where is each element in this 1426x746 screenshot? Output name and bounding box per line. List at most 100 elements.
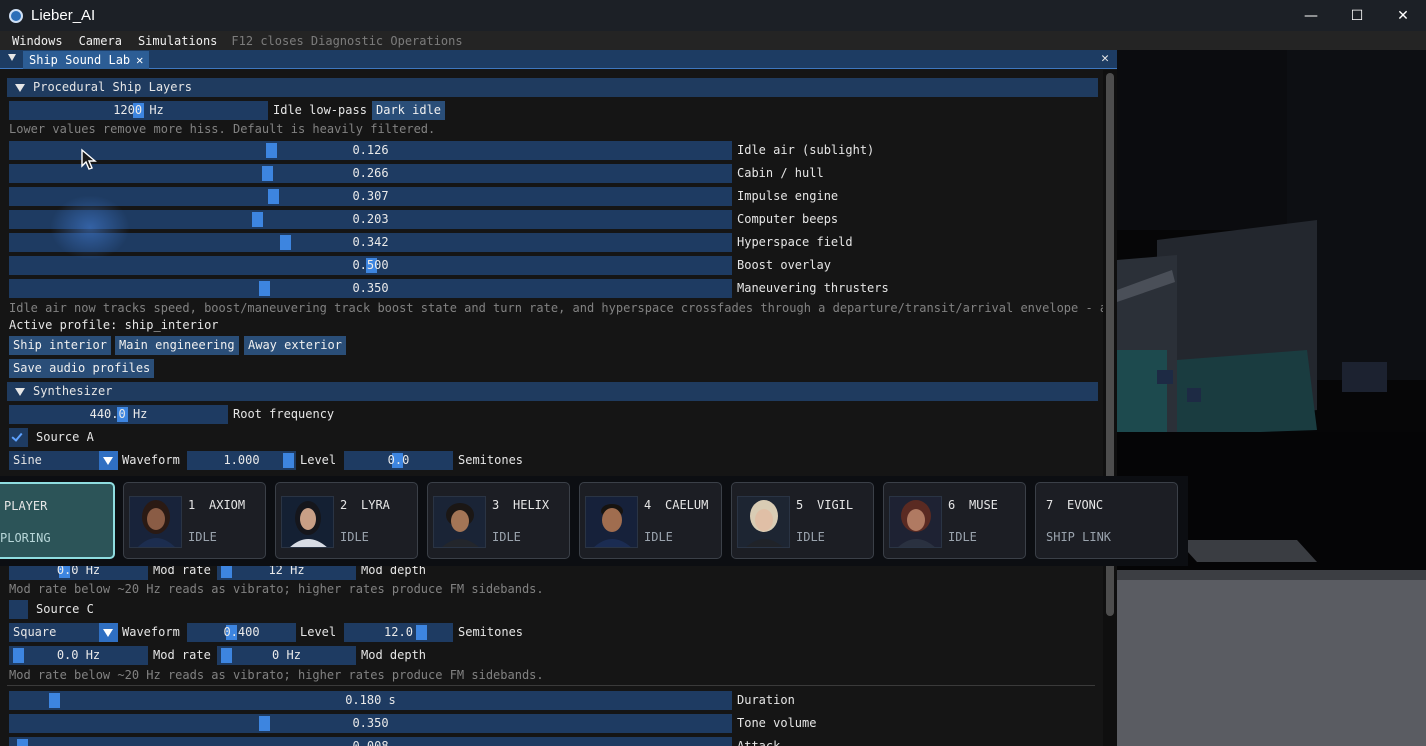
source-c-waveform-combo[interactable]: Square (9, 623, 118, 642)
maximize-button[interactable]: ☐ (1334, 0, 1380, 31)
boost-overlay-slider[interactable]: 0.500 (9, 256, 732, 275)
source-c-checkbox[interactable] (9, 600, 28, 619)
crew-status: IDLE (340, 530, 369, 544)
tone-volume-label: Tone volume (737, 716, 817, 730)
crew-number: 2 (340, 498, 348, 512)
away-exterior-button[interactable]: Away exterior (244, 336, 346, 355)
crew-card-muse[interactable]: 6 MUSE IDLE (883, 482, 1026, 559)
source-a-checkbox[interactable] (9, 428, 28, 447)
idle-lowpass-label: Idle low-pass (273, 103, 367, 117)
crew-card-axiom[interactable]: 1 AXIOM IDLE (123, 482, 266, 559)
source-c-level-slider[interactable]: 0.400 (187, 623, 296, 642)
panel-scrollbar[interactable] (1103, 70, 1117, 746)
crew-name: PLAYER (4, 499, 48, 513)
mod-rate-hint: Mod rate below ~20 Hz reads as vibrato; … (9, 582, 544, 596)
source-c-mod-rate-slider[interactable]: 0.0 Hz (9, 646, 148, 665)
ship-interior-render (1117, 50, 1426, 746)
crew-number: 4 (644, 498, 652, 512)
crew-name: VIGIL (817, 498, 854, 512)
ship-interior-button[interactable]: Ship interior (9, 336, 111, 355)
source-c-label: Source C (36, 602, 94, 616)
crew-card-helix[interactable]: 3 HELIX IDLE (427, 482, 570, 559)
checkmark-icon (11, 430, 23, 442)
crew-status: IDLE (644, 530, 673, 544)
attack-slider[interactable]: 0.008 (9, 737, 732, 746)
root-frequency-slider[interactable]: 440.0 Hz (9, 405, 228, 424)
panel-tabbar: Ship Sound Lab ✕ ✕ (0, 50, 1117, 69)
semitones-label: Semitones (458, 625, 524, 639)
crew-card-lyra[interactable]: 2 LYRA IDLE (275, 482, 418, 559)
collapse-arrow-icon (15, 387, 25, 396)
crew-selector-strip: PLAYER PLORING 1 AXIOM IDLE 2 LYRA IDLE … (0, 476, 1188, 566)
main-menubar: Windows Camera Simulations F12 closes Di… (0, 31, 1426, 50)
mouse-cursor-icon (81, 148, 97, 170)
hyperspace-field-label: Hyperspace field (737, 235, 853, 249)
source-c-semitones-slider[interactable]: 12.0 (344, 623, 453, 642)
menu-windows[interactable]: Windows (0, 34, 71, 48)
section-procedural-ship-layers[interactable]: Procedural Ship Layers (7, 78, 1098, 97)
idle-air-slider[interactable]: 0.126 (9, 141, 732, 160)
computer-beeps-label: Computer beeps (737, 212, 839, 226)
crew-card-vigil[interactable]: 5 VIGIL IDLE (731, 482, 874, 559)
window-menu-icon[interactable] (8, 54, 16, 61)
mod-rate-hint-2: Mod rate below ~20 Hz reads as vibrato; … (9, 668, 544, 682)
crew-name: CAELUM (665, 498, 709, 512)
waveform-label: Waveform (122, 453, 180, 467)
crew-portrait-lyra (281, 496, 334, 548)
dark-idle-button[interactable]: Dark idle (372, 101, 446, 120)
menu-simulations[interactable]: Simulations (130, 34, 225, 48)
window-title: Lieber_AI (31, 7, 96, 24)
chevron-down-icon[interactable] (99, 451, 118, 470)
source-a-level-slider[interactable]: 1.000 (187, 451, 296, 470)
panel-content: Procedural Ship Layers 1200 Hz Idle low-… (0, 70, 1117, 746)
separator (7, 685, 1095, 686)
attack-label: Attack (737, 739, 781, 746)
source-a-waveform-combo[interactable]: Sine (9, 451, 118, 470)
idle-lowpass-slider[interactable]: 1200 Hz (9, 101, 268, 120)
crew-card-evonc[interactable]: 7 EVONC SHIP LINK (1035, 482, 1178, 559)
crew-card-player[interactable]: PLAYER PLORING (0, 482, 115, 559)
minimize-button[interactable]: — (1288, 0, 1334, 31)
close-window-button[interactable]: ✕ (1380, 0, 1426, 31)
idle-air-label: Idle air (sublight) (737, 143, 875, 157)
crew-card-caelum[interactable]: 4 CAELUM IDLE (579, 482, 722, 559)
collapse-arrow-icon (15, 83, 25, 92)
window-titlebar: Lieber_AI — ☐ ✕ (0, 0, 1426, 31)
app-logo-icon (9, 8, 23, 23)
close-tab-icon[interactable]: ✕ (136, 53, 143, 67)
crew-number: 5 (796, 498, 804, 512)
menubar-hint: F12 closes Diagnostic Operations (231, 33, 463, 48)
lowpass-hint: Lower values remove more hiss. Default i… (9, 122, 436, 136)
mod-rate-label: Mod rate (153, 648, 211, 662)
close-panel-button[interactable]: ✕ (1101, 51, 1109, 66)
duration-label: Duration (737, 693, 795, 707)
crew-portrait-muse (889, 496, 942, 548)
source-c-mod-depth-slider[interactable]: 0 Hz (217, 646, 356, 665)
crew-status: PLORING (0, 531, 51, 545)
maneuvering-thrusters-slider[interactable]: 0.350 (9, 279, 732, 298)
crew-status: IDLE (796, 530, 825, 544)
duration-slider[interactable]: 0.180 s (9, 691, 732, 710)
tone-volume-slider[interactable]: 0.350 (9, 714, 732, 733)
source-a-semitones-slider[interactable]: 0.0 (344, 451, 453, 470)
tab-ship-sound-lab[interactable]: Ship Sound Lab ✕ (23, 51, 150, 69)
3d-viewport[interactable] (1117, 50, 1426, 746)
ship-sound-lab-panel: Ship Sound Lab ✕ ✕ Procedural Ship Layers… (0, 50, 1117, 746)
crew-name: AXIOM (209, 498, 246, 512)
crew-portrait-helix (433, 496, 486, 548)
root-frequency-label: Root frequency (233, 407, 335, 421)
save-audio-profiles-button[interactable]: Save audio profiles (9, 359, 155, 378)
section-synthesizer[interactable]: Synthesizer (7, 382, 1098, 401)
crew-portrait-vigil (737, 496, 790, 548)
main-engineering-button[interactable]: Main engineering (115, 336, 239, 355)
crew-status: IDLE (188, 530, 217, 544)
cabin-hull-slider[interactable]: 0.266 (9, 164, 732, 183)
tab-label: Ship Sound Lab (29, 53, 131, 67)
maneuvering-thrusters-label: Maneuvering thrusters (737, 281, 889, 295)
level-label: Level (300, 453, 337, 467)
chevron-down-icon[interactable] (99, 623, 118, 642)
level-label: Level (300, 625, 337, 639)
menu-camera[interactable]: Camera (71, 34, 130, 48)
section-title: Synthesizer (33, 384, 113, 398)
section-title: Procedural Ship Layers (33, 80, 192, 94)
